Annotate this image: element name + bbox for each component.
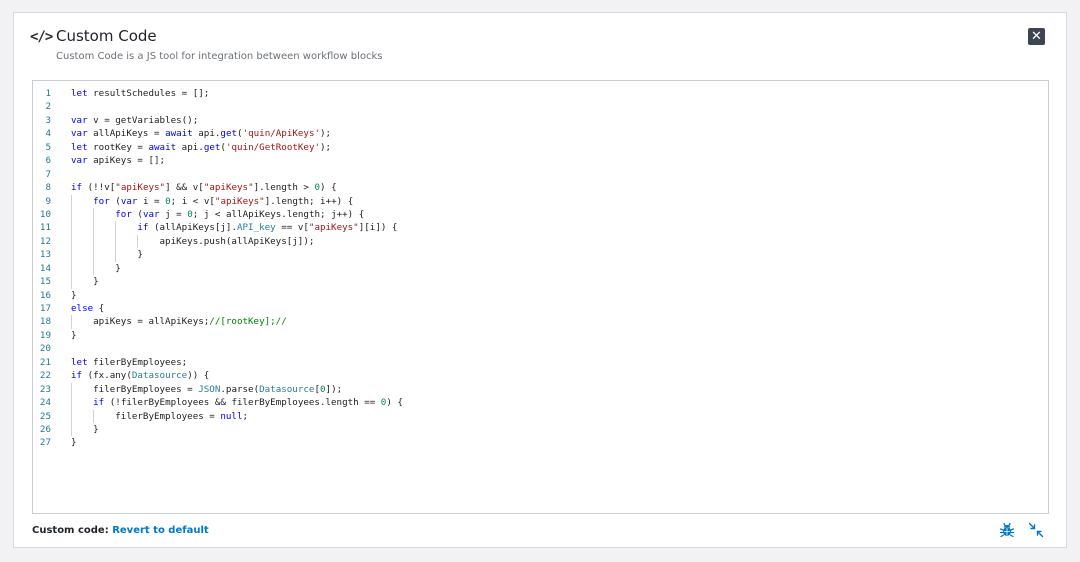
code-line: 11 if (allApiKeys[j].API_key == v["apiKe… <box>33 221 1048 235</box>
code-text: if (allApiKeys[j].API_key == v["apiKeys"… <box>137 222 398 234</box>
code-line: 2 <box>33 100 1048 113</box>
code-line: 12 apiKeys.push(allApiKeys[j]); <box>33 234 1048 249</box>
line-number: 5 <box>45 141 51 153</box>
code-line: 1 let resultSchedules = []; <box>33 87 1048 100</box>
code-line: 13 } <box>33 248 1048 262</box>
code-line: 23 filerByEmployees = JSON.parse(Datasou… <box>33 382 1048 397</box>
code-line: 22 if (fx.any(Datasource)) { <box>33 369 1048 382</box>
line-number: 12 <box>39 235 51 247</box>
code-text: } <box>71 276 99 288</box>
code-text: } <box>71 423 99 435</box>
code-editor[interactable]: 1 let resultSchedules = []; 2 3 var v = getV… <box>32 80 1049 514</box>
code-text: let filerByEmployees; <box>71 356 188 368</box>
line-number: 16 <box>39 289 51 301</box>
code-text: filerByEmployees = null; <box>71 410 249 422</box>
code-line: 5 let rootKey = await api.get('quin/GetRo… <box>33 141 1048 154</box>
code-text: apiKeys = allApiKeys;//[rootKey];// <box>71 316 287 328</box>
line-number: 21 <box>39 356 51 368</box>
line-number: 8 <box>45 182 51 194</box>
footer-label: Custom code: Revert to default <box>32 525 209 536</box>
line-number: 15 <box>39 276 51 288</box>
code-line: 20 <box>33 342 1048 355</box>
line-number: 13 <box>39 249 51 261</box>
code-text: for (var j = 0; j < allApiKeys.length; j… <box>115 208 365 220</box>
dialog-subtitle: Custom Code is a JS tool for integration… <box>56 51 383 62</box>
code-line: 19} <box>33 329 1048 342</box>
code-line: 17 else { <box>33 302 1048 315</box>
code-line: 15 } <box>33 275 1048 289</box>
code-text: let rootKey = await api.get('quin/GetRoo… <box>71 141 332 153</box>
code-line: 9 for (var i = 0; i < v["apiKeys"].lengt… <box>33 194 1048 208</box>
dialog-title: Custom Code <box>56 27 157 45</box>
code-line: 10 for (var j = 0; j < allApiKeys.length… <box>33 207 1048 222</box>
custom-code-label: Custom code: <box>32 525 109 536</box>
custom-code-dialog: </> Custom Code Custom Code is a JS tool… <box>13 12 1067 548</box>
code-line: 3 var v = getVariables(); <box>33 114 1048 127</box>
code-icon: </> <box>30 29 53 45</box>
line-number: 19 <box>39 329 51 341</box>
line-number: 17 <box>39 303 51 314</box>
line-number: 4 <box>45 128 51 140</box>
debug-button[interactable] <box>999 522 1015 538</box>
code-line: 8 if (!!v["apiKeys"] && v["apiKeys"].leng… <box>33 181 1048 194</box>
line-number: 3 <box>45 114 51 126</box>
close-icon: ✕ <box>1031 29 1042 44</box>
line-number: 11 <box>39 222 51 234</box>
code-text: else { <box>71 303 105 314</box>
line-number: 24 <box>39 397 51 409</box>
code-text: var v = getVariables(); <box>71 114 199 126</box>
code-line: 4 var allApiKeys = await api.get('quin/Ap… <box>33 127 1048 140</box>
code-text: } <box>71 289 77 301</box>
code-lines: 1 let resultSchedules = []; 2 3 var v = getV… <box>33 87 1048 450</box>
code-line: 24 if (!filerByEmployees && filerByEmplo… <box>33 396 1048 410</box>
code-line: 7 <box>33 168 1048 181</box>
line-number: 23 <box>39 383 51 395</box>
code-text: apiKeys.push(allApiKeys[j]); <box>71 235 315 247</box>
code-text: filerByEmployees = JSON.parse(Datasource… <box>71 383 343 395</box>
line-number: 14 <box>39 262 51 274</box>
line-number: 7 <box>45 168 51 180</box>
line-number: 25 <box>39 410 51 422</box>
line-number: 2 <box>45 101 51 113</box>
line-number: 22 <box>39 370 51 382</box>
code-text: var apiKeys = []; <box>71 155 166 167</box>
line-number: 18 <box>39 316 51 328</box>
line-number: 27 <box>39 437 51 449</box>
code-line: 27} <box>33 436 1048 449</box>
line-number: 10 <box>39 208 51 220</box>
code-text: } <box>71 329 77 341</box>
bug-icon <box>999 522 1015 538</box>
code-text: let resultSchedules = []; <box>71 88 210 99</box>
code-line: 25 filerByEmployees = null; <box>33 409 1048 423</box>
code-line: 18 apiKeys = allApiKeys;//[rootKey];// <box>33 315 1048 329</box>
line-number: 6 <box>45 155 51 167</box>
code-text: } <box>71 249 143 261</box>
line-number: 26 <box>39 423 51 435</box>
code-line: 14 } <box>33 261 1048 276</box>
code-text: if (!filerByEmployees && filerByEmployee… <box>93 397 403 409</box>
code-text: } <box>71 437 77 449</box>
code-line: 26 } <box>33 422 1048 437</box>
code-text: for (var i = 0; i < v["apiKeys"].length;… <box>93 195 354 207</box>
revert-to-default-link[interactable]: Revert to default <box>112 525 208 536</box>
collapse-arrows-icon <box>1028 522 1044 538</box>
code-text: if (!!v["apiKeys"] && v["apiKeys"].lengt… <box>71 182 337 194</box>
code-line: 6 var apiKeys = []; <box>33 154 1048 167</box>
code-text: var allApiKeys = await api.get('quin/Api… <box>71 128 332 140</box>
line-number: 20 <box>39 343 51 355</box>
code-text: if (fx.any(Datasource)) { <box>71 370 210 382</box>
line-number: 1 <box>45 88 51 99</box>
close-button[interactable]: ✕ <box>1028 28 1045 45</box>
code-line: 21 let filerByEmployees; <box>33 356 1048 369</box>
collapse-button[interactable] <box>1028 522 1044 538</box>
code-text: } <box>71 262 121 274</box>
line-number: 9 <box>45 195 51 207</box>
code-line: 16} <box>33 289 1048 302</box>
